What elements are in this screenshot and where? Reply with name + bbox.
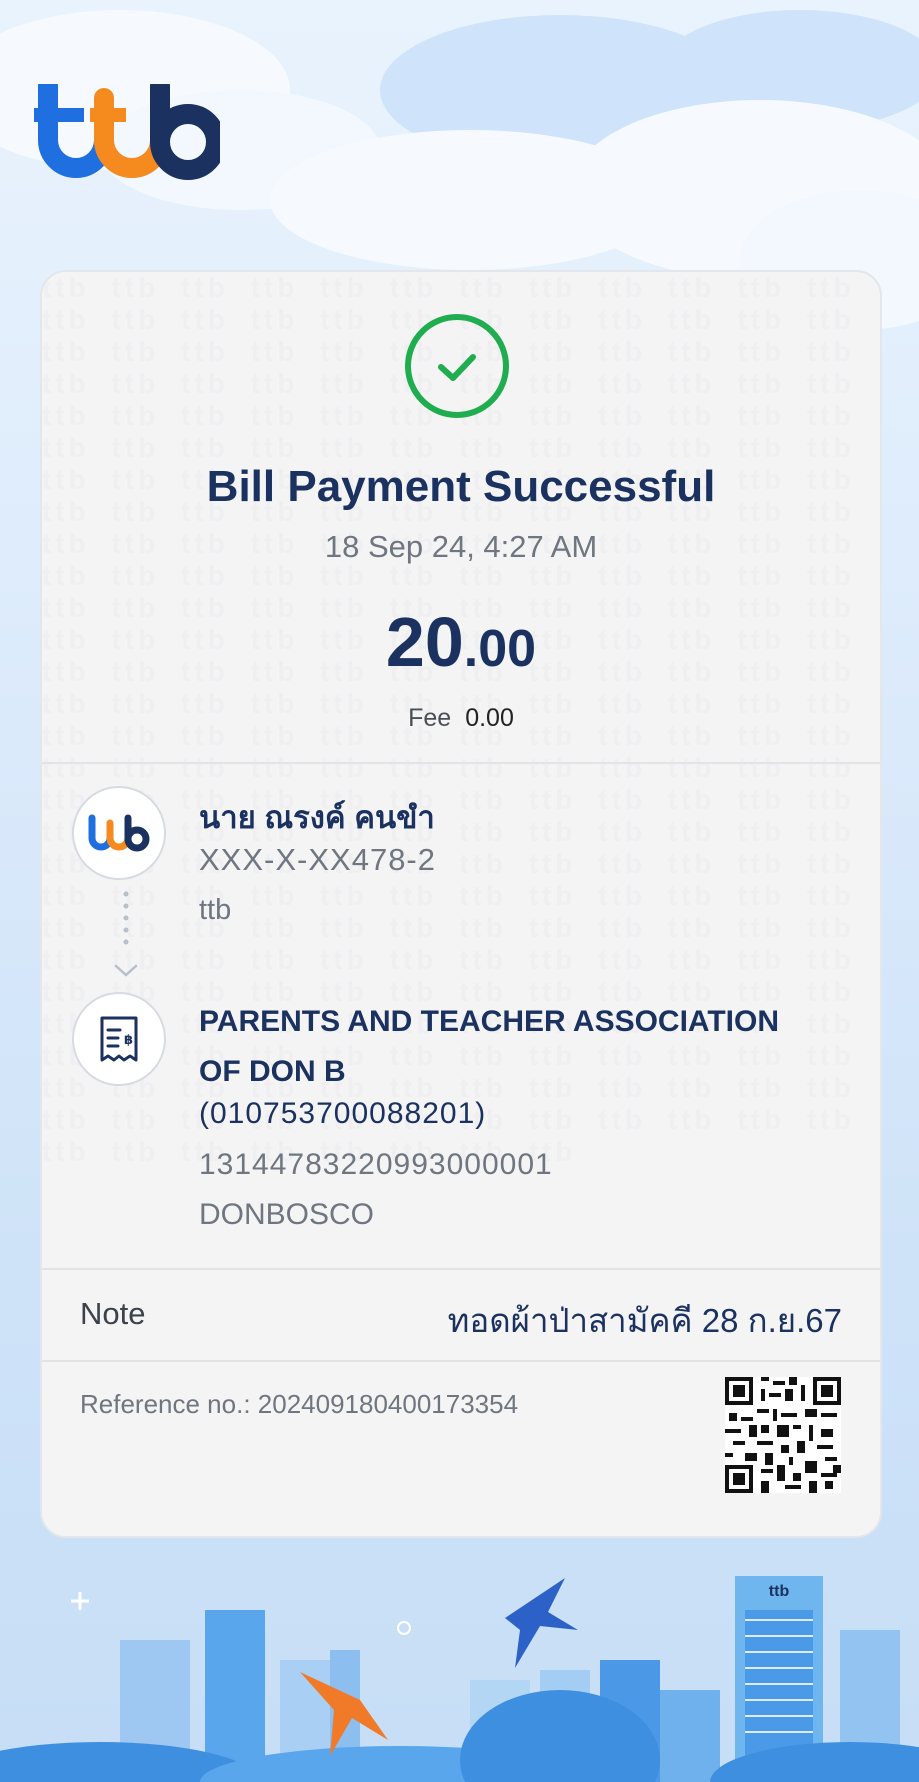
payment-amount: 20.00 [42,602,880,682]
fee-row: Fee 0.00 [42,704,880,733]
fee-value: 0.00 [465,704,514,732]
divider [42,1360,880,1362]
divider [42,762,880,764]
svg-text:ttb: ttb [769,1583,790,1600]
receipt-card: ttb ttb ttb ttb ttb ttb ttb ttb ttb ttb … [40,270,882,1538]
biller-id: (010753700088201) [199,1097,487,1130]
sender-bank: ttb [199,894,232,926]
success-check-icon [405,314,509,418]
sender-bank-avatar [72,786,166,880]
biller-avatar: ฿ [72,992,166,1086]
qr-code-icon[interactable] [725,1377,841,1493]
fee-label: Fee [408,704,452,732]
amount-decimal: .00 [463,620,537,678]
reference-1: 131447832209930000​01 [199,1148,553,1181]
note-value: ทอดผ้าป่าสามัคคี 28 ก.ย.67 [447,1302,842,1339]
note-label: Note [80,1296,146,1331]
ttb-logo-icon [88,814,150,852]
bill-receipt-icon: ฿ [100,1016,138,1062]
page-title: Bill Payment Successful [206,462,716,511]
reference-2: DONBOSCO [199,1198,375,1231]
biller-name: PARENTS AND TEACHER ASSOCIATION OF DON B [199,1005,780,1088]
city-skyline-illustration: ttb [0,1576,919,1782]
sender-account: XXX-X-XX478-2 [199,842,436,877]
reference-number: Reference no.: 2024091804001733​54 [80,1389,519,1419]
chevron-down-icon [114,964,138,977]
transfer-flow-dots [123,891,129,945]
transaction-datetime: 18 Sep 24, 4:27 AM [324,529,598,564]
svg-text:฿: ฿ [124,1033,133,1048]
sender-name: นาย ณรงค์ คนขำ [199,800,435,835]
amount-integer: 20 [385,603,464,681]
note-row: Note ทอดผ้าป่าสามัคคี 28 ก.ย.67 [42,1270,880,1360]
ttb-logo-icon [34,84,220,180]
